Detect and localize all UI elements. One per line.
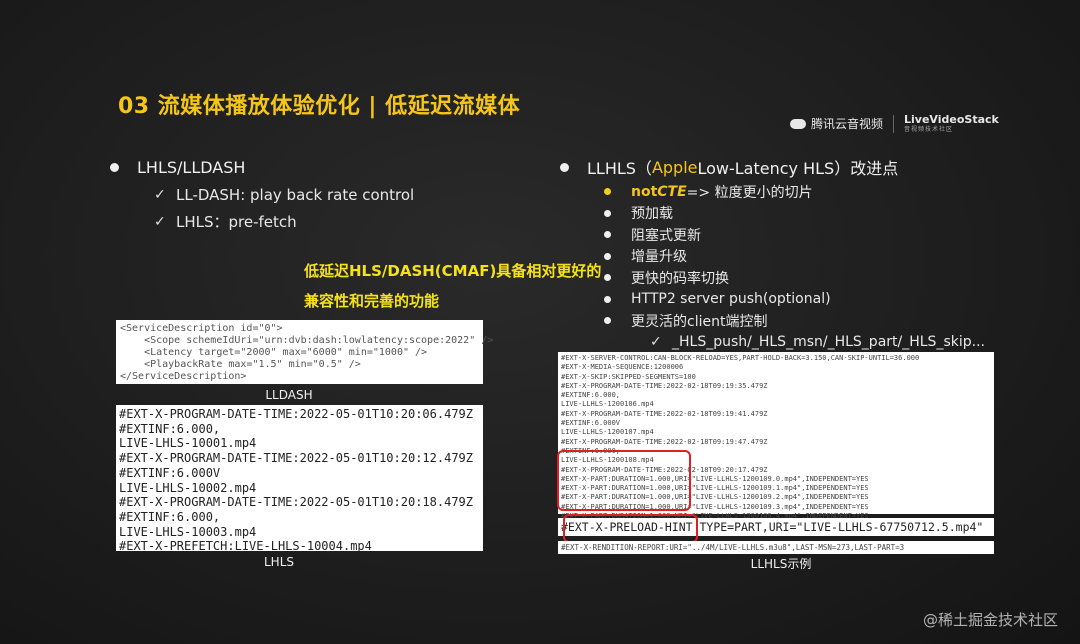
bullet-dot <box>604 274 611 282</box>
lhls-code-panel: #EXT-X-PROGRAM-DATE-TIME:2022-05-01T10:2… <box>116 405 483 553</box>
rendition-code: #EXT-X-RENDITION-REPORT:URI="../4M/LIVE-… <box>561 543 905 552</box>
check-icon: ✓ <box>154 186 166 203</box>
left-item: ✓ LHLS：pre-fetch <box>154 208 414 235</box>
lhls-code: #EXT-X-PROGRAM-DATE-TIME:2022-05-01T10:2… <box>119 407 474 554</box>
lldash-code: <ServiceDescription id="0"> <Scope schem… <box>120 323 494 382</box>
right-item: HTTP2 server push(optional) <box>604 289 985 311</box>
right-column: LLHLS（ Apple Low-Latency HLS）改进点 not CTE … <box>560 156 985 353</box>
right-item-text: 更灵活的client端控制 <box>631 313 768 330</box>
tencent-logo-text: 腾讯云音视频 <box>811 117 884 131</box>
right-item-text: 更快的码率切换 <box>631 270 729 287</box>
bullet-dot <box>604 231 611 239</box>
logo-area: 腾讯云音视频 LiveVideoStack 音视频技术社区 <box>790 114 999 133</box>
bullet-dot <box>604 188 611 196</box>
bullet-dot <box>560 162 569 172</box>
llhls-caption: LLHLS示例 <box>750 557 812 571</box>
left-heading: LHLS/LLDASH <box>110 156 414 178</box>
right-item-text: 阻塞式更新 <box>631 227 701 244</box>
left-item: ✓ LL-DASH: play back rate control <box>154 181 414 208</box>
highlight-note: 低延迟HLS/DASH(CMAF)具备相对更好的兼容性和完善的功能 <box>304 262 602 310</box>
right-item-text: 增量升级 <box>631 249 687 266</box>
cte-text: CTE <box>657 183 687 200</box>
right-item-text: 预加载 <box>631 206 673 223</box>
right-item: 更快的码率切换 <box>604 267 985 289</box>
livevideostack-logo: LiveVideoStack 音视频技术社区 <box>904 114 999 133</box>
right-heading: LLHLS（ Apple Low-Latency HLS）改进点 <box>560 156 985 178</box>
right-item-first: not CTE => 粒度更小的切片 <box>604 181 985 203</box>
bullet-dot <box>604 252 611 260</box>
right-heading-apple: Apple <box>651 157 698 177</box>
right-heading-post: Low-Latency HLS）改进点 <box>697 159 899 178</box>
check-icon: ✓ <box>650 334 662 351</box>
right-item: 更灵活的client端控制 <box>604 310 985 332</box>
lvs-logo-subtext: 音视频技术社区 <box>904 126 954 133</box>
bullet-dot <box>110 162 119 172</box>
left-column: LHLS/LLDASH ✓ LL-DASH: play back rate co… <box>110 156 414 235</box>
right-item: 增量升级 <box>604 246 985 268</box>
check-icon: ✓ <box>154 213 166 230</box>
right-heading-pre: LLHLS（ <box>587 159 652 178</box>
left-item-text: LL-DASH: play back rate control <box>176 185 415 204</box>
left-heading-text: LHLS/LLDASH <box>137 157 246 177</box>
bullet-dot <box>604 317 611 325</box>
watermark: @稀土掘金技术社区 <box>922 611 1058 629</box>
bullet-dot <box>604 295 611 303</box>
not-text: not <box>631 183 658 200</box>
right-sub-item: ✓ _HLS_push/_HLS_msn/_HLS_part/_HLS_skip… <box>650 332 985 354</box>
right-item: 预加载 <box>604 203 985 225</box>
lldash-caption: LLDASH <box>265 388 313 402</box>
logo-divider <box>893 114 895 133</box>
lldash-code-panel: <ServiceDescription id="0"> <Scope schem… <box>116 320 494 384</box>
lhls-caption: LHLS <box>263 555 294 569</box>
lvs-logo-text: LiveVideoStack <box>904 113 999 126</box>
slide-title: 03 流媒体播放体验优化 | 低延迟流媒体 <box>118 94 521 119</box>
right-sub-item-text: _HLS_push/_HLS_msn/_HLS_part/_HLS_skip..… <box>672 334 985 351</box>
cloud-icon <box>790 118 806 129</box>
right-item: 阻塞式更新 <box>604 224 985 246</box>
rendition-panel: #EXT-X-RENDITION-REPORT:URI="../4M/LIVE-… <box>558 541 994 554</box>
tencent-logo: 腾讯云音视频 <box>790 115 883 132</box>
bullet-dot <box>604 209 611 217</box>
right-item-text: HTTP2 server push(optional) <box>631 291 831 308</box>
left-item-text: LHLS：pre-fetch <box>176 213 297 231</box>
part-highlight-box <box>557 450 691 511</box>
first-item-rest: => 粒度更小的切片 <box>686 184 813 201</box>
preload-highlight-box <box>563 514 698 543</box>
